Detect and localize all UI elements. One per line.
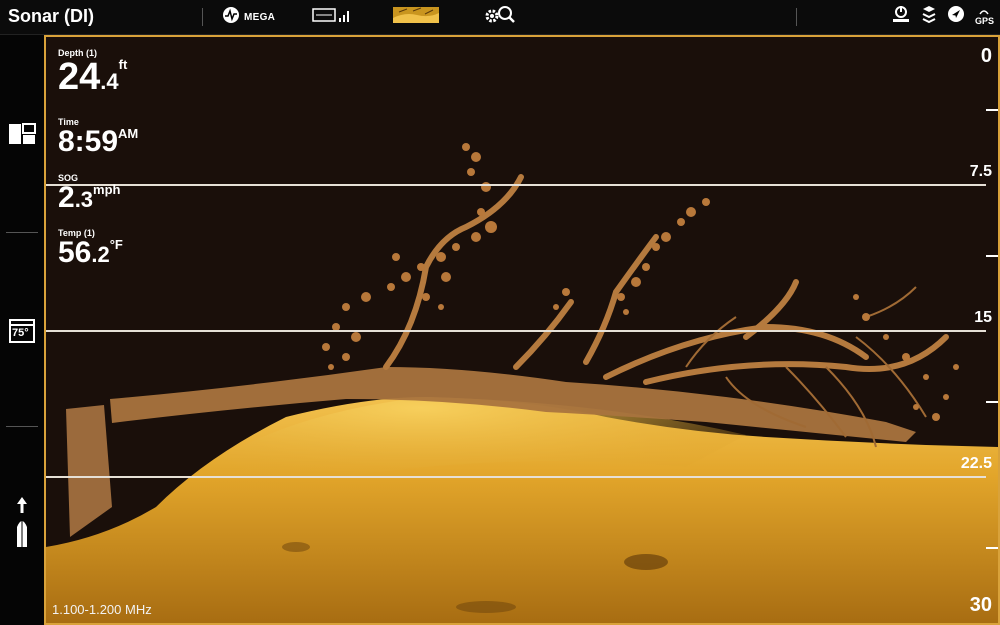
app-title: Sonar (DI) xyxy=(8,6,95,26)
depth-scale-label: 7.5 xyxy=(969,163,992,180)
depth-scale-label: 22.5 xyxy=(960,455,992,472)
temperature-badge: 75° xyxy=(12,327,29,339)
depth-scale-bottom: 30 xyxy=(969,594,992,616)
time-value: 8:59AM xyxy=(58,127,138,157)
scale-tick xyxy=(986,547,998,549)
status-icons: GPS xyxy=(891,4,994,29)
mega-icon xyxy=(222,6,240,29)
sidebar-divider xyxy=(6,426,38,427)
scale-tick xyxy=(986,109,998,111)
depth-line xyxy=(46,184,986,186)
temp-value: 56.2°F xyxy=(58,238,123,268)
sonar-thumbnail-icon xyxy=(393,6,439,29)
boat-button[interactable] xyxy=(8,497,36,554)
boat-icon xyxy=(13,497,31,554)
sog-dec: .3 xyxy=(74,187,94,212)
time-readout: Time 8:59AM xyxy=(58,117,138,157)
sog-value: 2.3mph xyxy=(58,183,121,213)
mega-label: MEGA xyxy=(244,11,276,23)
depth-readout: Depth (1) 24.4ft xyxy=(58,48,127,96)
depth-int: 24 xyxy=(58,56,101,98)
temp-readout: Temp (1) 56.2°F xyxy=(58,228,123,268)
sog-int: 2 xyxy=(58,181,75,214)
sog-readout: SOG 2.3mph xyxy=(58,173,121,213)
split-view-icon xyxy=(8,123,36,150)
depth-value: 24.4ft xyxy=(58,58,127,96)
frequency-label: 1.100-1.200 MHz xyxy=(52,602,152,617)
chart-signal-button[interactable] xyxy=(312,5,352,29)
sidebar-divider xyxy=(6,232,38,233)
top-bar: Sonar (DI) MEGA GPS xyxy=(0,0,1000,35)
depth-line xyxy=(46,476,986,478)
navigation-icon[interactable] xyxy=(947,5,965,28)
settings-search-icon xyxy=(484,5,518,30)
temp-dec: .2 xyxy=(91,242,110,267)
divider xyxy=(796,8,797,26)
depth-scale-top: 0 xyxy=(980,45,992,67)
temp-unit: °F xyxy=(109,237,123,252)
time-text: 8:59 xyxy=(58,125,119,158)
split-view-button[interactable] xyxy=(8,123,36,150)
temperature-button[interactable]: 75° xyxy=(8,318,36,344)
depth-dec: .4 xyxy=(100,69,119,94)
scale-tick xyxy=(986,401,998,403)
temp-int: 56 xyxy=(58,236,92,269)
scale-tick xyxy=(986,255,998,257)
left-sidebar: 75° xyxy=(0,35,44,625)
divider xyxy=(202,8,203,26)
temperature-icon: 75° xyxy=(9,318,35,344)
depth-line xyxy=(46,330,986,332)
sonar-view[interactable]: 0 7.5 15 22.5 30 Depth (1) 24.4ft Time 8… xyxy=(44,35,1000,625)
depth-scale-label: 15 xyxy=(974,309,992,326)
layers-icon[interactable] xyxy=(921,4,937,29)
settings-search-button[interactable] xyxy=(484,5,518,29)
sog-unit: mph xyxy=(93,182,121,197)
sonar-view-button[interactable] xyxy=(393,5,439,29)
mega-button[interactable]: MEGA xyxy=(222,5,275,29)
depth-unit: ft xyxy=(118,57,128,72)
chart-signal-icon xyxy=(312,6,352,29)
gps-label: GPS xyxy=(974,15,994,26)
gps-icon[interactable]: GPS xyxy=(975,8,994,26)
time-unit: AM xyxy=(118,126,139,141)
power-icon[interactable] xyxy=(891,4,911,29)
